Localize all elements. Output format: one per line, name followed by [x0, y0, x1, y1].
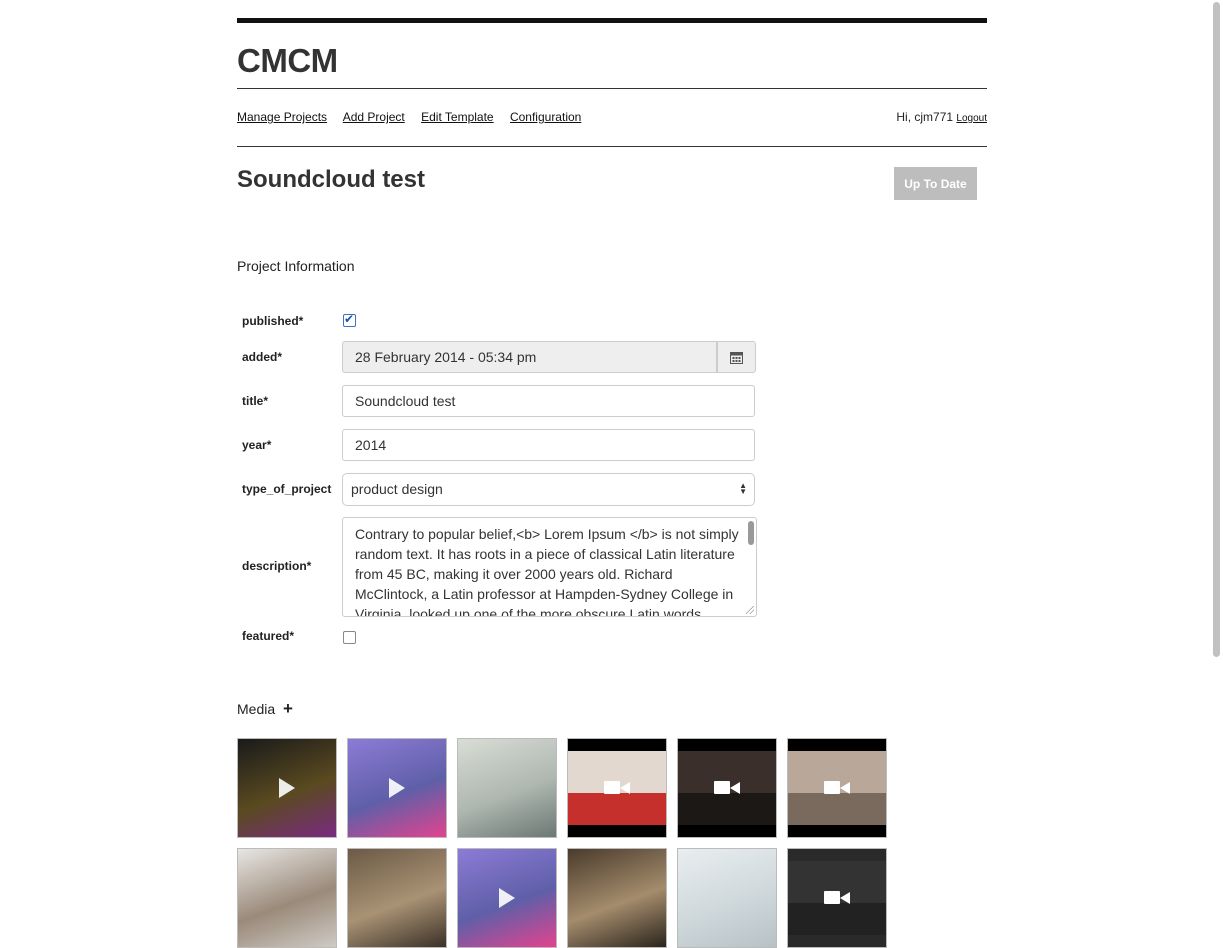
type-of-project-select[interactable]: product design ▲ ▼	[342, 473, 755, 506]
nav-add-project[interactable]: Add Project	[343, 110, 405, 124]
play-icon	[389, 778, 405, 798]
media-thumbnail[interactable]	[237, 738, 337, 838]
media-thumbnail[interactable]	[567, 738, 667, 838]
nav-edit-template[interactable]: Edit Template	[421, 110, 494, 124]
brand-title: CMCM	[237, 42, 338, 79]
page-title: Soundcloud test	[237, 166, 425, 193]
published-label: published*	[242, 314, 304, 328]
user-greeting: Hi, cjm771	[896, 110, 954, 124]
top-border	[237, 18, 987, 23]
nav-configuration[interactable]: Configuration	[510, 110, 581, 124]
play-icon	[499, 888, 515, 908]
page-scrollbar[interactable]	[1213, 2, 1220, 657]
select-arrows-icon: ▲ ▼	[739, 481, 747, 496]
resize-grip-icon[interactable]	[746, 606, 754, 614]
play-icon	[279, 778, 295, 798]
calendar-button[interactable]	[717, 341, 756, 373]
up-to-date-button[interactable]: Up To Date	[894, 167, 977, 200]
featured-checkbox[interactable]	[343, 631, 356, 644]
added-date-input[interactable]: 28 February 2014 - 05:34 pm	[342, 341, 717, 373]
added-label: added*	[242, 350, 283, 364]
media-heading: Media	[237, 701, 276, 717]
section-media: Media +	[237, 699, 293, 719]
title-label: title*	[242, 394, 269, 408]
type-of-project-value: product design	[351, 481, 443, 497]
textarea-scrollbar[interactable]	[748, 521, 754, 545]
media-thumbnail[interactable]	[677, 848, 777, 948]
main-nav: Manage Projects Add Project Edit Templat…	[237, 110, 594, 124]
user-area: Hi, cjm771 Logout	[896, 110, 987, 124]
media-thumbnail[interactable]	[237, 848, 337, 948]
type-of-project-label: type_of_project	[242, 482, 332, 496]
year-label: year*	[242, 438, 272, 452]
divider	[237, 146, 987, 147]
media-thumbnail[interactable]	[787, 848, 887, 948]
media-thumbnail[interactable]	[457, 848, 557, 948]
media-thumbnail[interactable]	[677, 738, 777, 838]
add-media-icon[interactable]: +	[283, 699, 293, 718]
description-textarea[interactable]: Contrary to popular belief,<b> Lorem Ips…	[342, 517, 757, 617]
logout-link[interactable]: Logout	[956, 113, 987, 124]
media-thumbnail[interactable]	[347, 738, 447, 838]
divider	[237, 88, 987, 89]
published-checkbox[interactable]	[343, 312, 356, 327]
title-input[interactable]: Soundcloud test	[342, 385, 755, 417]
media-thumbnail[interactable]	[567, 848, 667, 948]
media-thumbnail[interactable]	[457, 738, 557, 838]
section-project-information: Project Information	[237, 258, 355, 274]
year-input[interactable]: 2014	[342, 429, 755, 461]
description-label: description*	[242, 559, 312, 573]
calendar-icon	[730, 351, 743, 364]
media-thumbnail[interactable]	[787, 738, 887, 838]
nav-manage-projects[interactable]: Manage Projects	[237, 110, 327, 124]
featured-label: featured*	[242, 629, 295, 643]
description-text: Contrary to popular belief,<b> Lorem Ips…	[355, 526, 739, 617]
media-thumbnail[interactable]	[347, 848, 447, 948]
